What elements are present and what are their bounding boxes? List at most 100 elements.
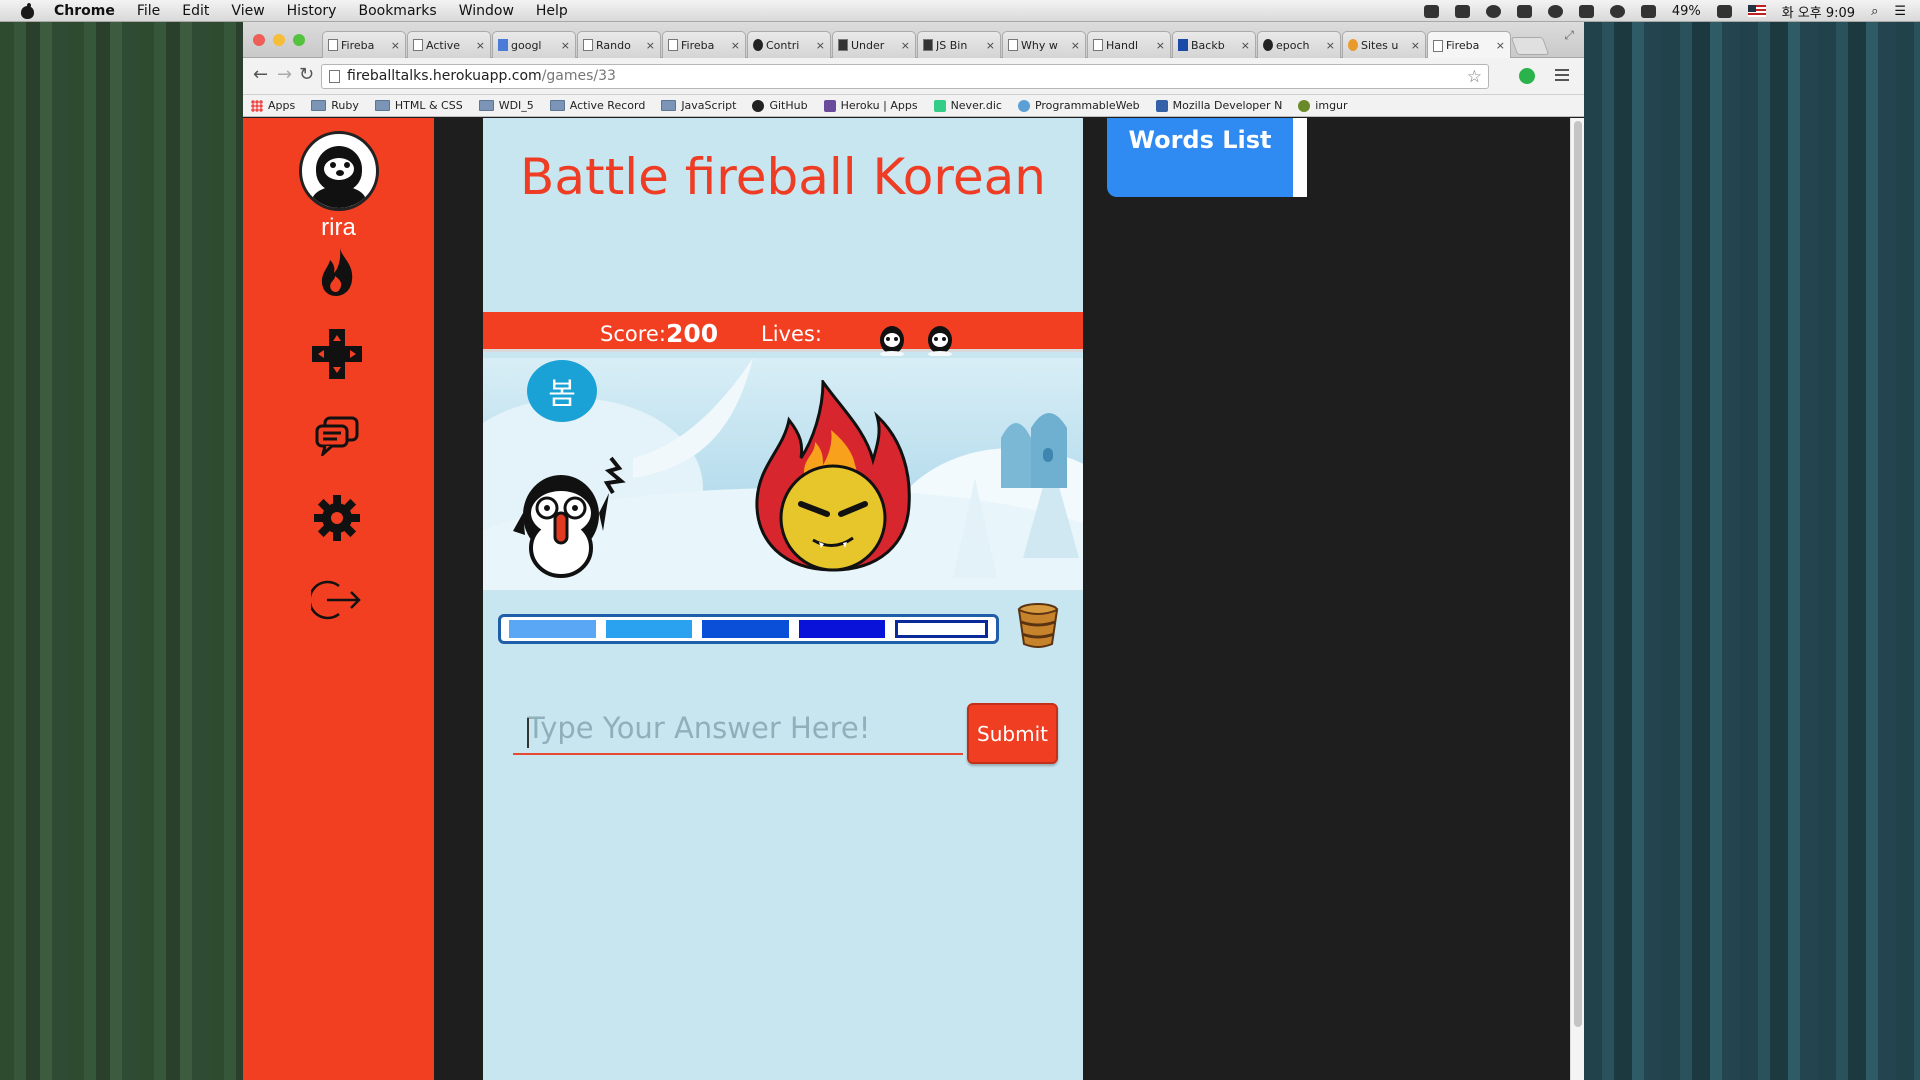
new-tab-button[interactable] bbox=[1510, 37, 1550, 55]
page-icon bbox=[583, 39, 593, 51]
bookmark-item[interactable]: Mozilla Developer N bbox=[1155, 99, 1282, 112]
words-list-button[interactable]: Words List bbox=[1107, 118, 1307, 197]
logout-icon[interactable] bbox=[309, 572, 365, 628]
bookmark-item[interactable]: GitHub bbox=[752, 99, 808, 112]
minimize-window-button[interactable] bbox=[273, 34, 285, 46]
submit-button[interactable]: Submit bbox=[967, 703, 1058, 764]
menubar-clock[interactable]: 화 오후 9:09 bbox=[1782, 2, 1855, 21]
tab-close-icon[interactable]: × bbox=[1326, 39, 1335, 52]
username[interactable]: rira bbox=[243, 214, 434, 242]
evernote-icon[interactable] bbox=[1423, 4, 1439, 18]
address-bar[interactable]: fireballtalks.herokuapp.com/games/33 ☆ bbox=[321, 64, 1489, 89]
bookmark-star-icon[interactable]: ☆ bbox=[1467, 66, 1482, 89]
bookmark-item[interactable]: Heroku | Apps bbox=[823, 99, 918, 112]
browser-tab[interactable]: Fireba × bbox=[662, 31, 746, 58]
penguin-face bbox=[324, 158, 354, 180]
menu-help[interactable]: Help bbox=[536, 3, 568, 19]
menu-bookmarks[interactable]: Bookmarks bbox=[358, 3, 436, 19]
time-machine-icon[interactable] bbox=[1547, 4, 1563, 18]
wifi-icon[interactable] bbox=[1609, 4, 1625, 18]
browser-tab[interactable]: Contri × bbox=[747, 31, 831, 58]
notification-bell-icon[interactable] bbox=[1454, 4, 1470, 18]
menu-history[interactable]: History bbox=[287, 3, 337, 19]
forward-arrow-icon[interactable]: → bbox=[277, 66, 292, 84]
reload-icon[interactable]: ↻ bbox=[299, 66, 314, 84]
fire-icon[interactable] bbox=[309, 244, 365, 300]
tab-close-icon[interactable]: × bbox=[561, 39, 570, 52]
fullscreen-icon[interactable]: ⤢ bbox=[1564, 28, 1574, 43]
scrollbar[interactable] bbox=[1570, 118, 1584, 1080]
tab-title: Fireba bbox=[341, 38, 375, 52]
spotlight-search-icon[interactable]: ⌕ bbox=[1871, 4, 1878, 19]
gamepad-icon[interactable] bbox=[309, 326, 365, 382]
evernote-extension-icon[interactable] bbox=[1519, 68, 1535, 84]
bookmark-item[interactable]: imgur bbox=[1298, 99, 1348, 112]
menu-edit[interactable]: Edit bbox=[182, 3, 209, 19]
folder-icon bbox=[661, 100, 677, 111]
apple-icon[interactable] bbox=[18, 2, 38, 19]
browser-tab[interactable]: Active × bbox=[407, 31, 491, 58]
bookmark-item[interactable]: Apps bbox=[251, 99, 295, 112]
battery-percent[interactable]: 49% bbox=[1672, 4, 1701, 19]
tab-close-icon[interactable]: × bbox=[476, 39, 485, 52]
bookmark-label: Active Record bbox=[569, 99, 646, 112]
airplay-icon[interactable] bbox=[1516, 4, 1532, 18]
browser-tab[interactable]: Handl × bbox=[1087, 31, 1171, 58]
tab-close-icon[interactable]: × bbox=[391, 39, 400, 52]
bookmark-item[interactable]: Never.dic bbox=[933, 99, 1002, 112]
tab-close-icon[interactable]: × bbox=[901, 39, 910, 52]
bookmark-item[interactable]: Active Record bbox=[549, 99, 646, 112]
zoom-window-button[interactable] bbox=[293, 34, 305, 46]
penguin-beak bbox=[336, 170, 344, 176]
menu-view[interactable]: View bbox=[231, 3, 264, 19]
browser-tab[interactable]: Backb × bbox=[1172, 31, 1256, 58]
browser-tab[interactable]: Why w × bbox=[1002, 31, 1086, 58]
bookmark-item[interactable]: JavaScript bbox=[661, 99, 736, 112]
browser-tab[interactable]: Sites u × bbox=[1342, 31, 1426, 58]
browser-tab[interactable]: Fireba × bbox=[322, 31, 406, 58]
volume-icon[interactable] bbox=[1640, 4, 1656, 18]
chrome-menu-icon[interactable] bbox=[1555, 69, 1569, 81]
bookmark-item[interactable]: Ruby bbox=[311, 99, 359, 112]
tab-close-icon[interactable]: × bbox=[1496, 39, 1505, 52]
scrollbar-thumb[interactable] bbox=[1574, 121, 1582, 1027]
notification-center-icon[interactable]: ☰ bbox=[1894, 4, 1906, 19]
tab-close-icon[interactable]: × bbox=[986, 39, 995, 52]
answer-input[interactable] bbox=[513, 703, 963, 755]
bluetooth-icon[interactable] bbox=[1578, 4, 1594, 18]
browser-tab[interactable]: JS Bin × bbox=[917, 31, 1001, 58]
menu-file[interactable]: File bbox=[137, 3, 160, 19]
tab-close-icon[interactable]: × bbox=[646, 39, 655, 52]
naver-icon bbox=[933, 99, 946, 112]
gear-icon[interactable] bbox=[309, 490, 365, 546]
browser-tab[interactable]: Rando × bbox=[577, 31, 661, 58]
tab-close-icon[interactable]: × bbox=[1071, 39, 1080, 52]
close-window-button[interactable] bbox=[253, 34, 265, 46]
bookmark-item[interactable]: WDI_5 bbox=[478, 99, 534, 112]
browser-tab[interactable]: googl × bbox=[492, 31, 576, 58]
back-arrow-icon[interactable]: ← bbox=[253, 66, 268, 84]
bookmark-item[interactable]: HTML & CSS bbox=[374, 99, 463, 112]
bookmark-label: WDI_5 bbox=[498, 99, 534, 112]
tab-close-icon[interactable]: × bbox=[1411, 39, 1420, 52]
bookmark-item[interactable]: ProgrammableWeb bbox=[1017, 99, 1140, 112]
menu-window[interactable]: Window bbox=[459, 3, 514, 19]
tab-close-icon[interactable]: × bbox=[816, 39, 825, 52]
battery-icon[interactable] bbox=[1716, 4, 1732, 18]
github-icon bbox=[752, 99, 765, 112]
tab-close-icon[interactable]: × bbox=[1241, 39, 1250, 52]
us-flag-input-icon[interactable] bbox=[1747, 5, 1766, 17]
alien-icon[interactable] bbox=[1485, 4, 1501, 18]
page-icon bbox=[328, 39, 338, 51]
tab-close-icon[interactable]: × bbox=[1156, 39, 1165, 52]
snow-wave-shape bbox=[633, 358, 753, 478]
browser-tab[interactable]: epoch × bbox=[1257, 31, 1341, 58]
bookmark-label: HTML & CSS bbox=[394, 99, 463, 112]
browser-tab[interactable]: Fireba × bbox=[1427, 31, 1511, 59]
avatar[interactable] bbox=[299, 131, 379, 211]
tab-close-icon[interactable]: × bbox=[731, 39, 740, 52]
menu-app-name[interactable]: Chrome bbox=[54, 3, 115, 19]
bookmark-label: ProgrammableWeb bbox=[1034, 99, 1140, 112]
chat-icon[interactable] bbox=[309, 408, 365, 464]
browser-tab[interactable]: Under × bbox=[832, 31, 916, 58]
